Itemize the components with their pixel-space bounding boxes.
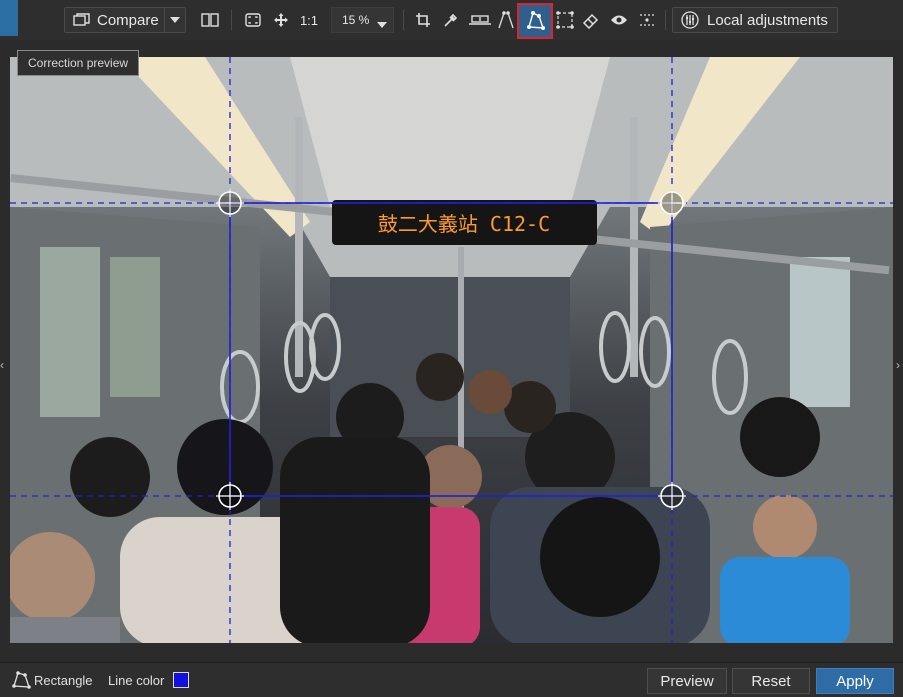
shape-perspective-icon[interactable] (517, 3, 553, 39)
pan-icon[interactable] (270, 7, 292, 33)
chevron-right-icon[interactable]: › (896, 358, 900, 372)
correction-preview-tooltip: Correction preview (17, 50, 140, 76)
eyedropper-icon[interactable] (440, 7, 462, 33)
zoom-one-to-one-button[interactable]: 1:1 (296, 7, 322, 33)
compare-icon (73, 13, 91, 27)
level-icon[interactable] (467, 7, 493, 33)
chevron-down-icon (377, 17, 387, 31)
photo-preview[interactable]: 鼓二大義站 C12-C (10, 57, 893, 643)
station-sign-text: 鼓二大義站 C12-C (378, 212, 550, 236)
local-adjustments-label: Local adjustments (707, 11, 828, 29)
zoom-select[interactable]: 15 % (331, 7, 394, 33)
zoom-value: 15 % (342, 13, 370, 27)
line-color-label: Line color (108, 673, 165, 688)
rectangle-perspective-icon[interactable] (554, 7, 576, 33)
fit-screen-icon[interactable] (242, 7, 264, 33)
crop-icon[interactable] (412, 7, 434, 33)
top-toolbar: Compare 1:1 15 % Local adjustments (0, 0, 903, 41)
line-color-swatch[interactable] (173, 672, 189, 688)
tool-mode-label[interactable]: Rectangle (34, 673, 93, 688)
split-view-icon[interactable] (198, 7, 222, 33)
toolbar-divider (665, 10, 666, 30)
toolbar-divider (231, 10, 232, 30)
preview-button[interactable]: Preview (647, 668, 727, 694)
local-adjustments-icon (681, 11, 699, 29)
left-panel-toggle[interactable] (0, 0, 18, 36)
rectangle-tool-icon (10, 670, 32, 695)
local-adjustments-button[interactable]: Local adjustments (672, 7, 838, 33)
line-perspective-icon[interactable] (496, 7, 516, 33)
eraser-icon[interactable] (580, 7, 602, 33)
dropdown-arrow-icon[interactable] (164, 8, 185, 32)
reset-button[interactable]: Reset (732, 668, 810, 694)
bottom-toolbar: Rectangle Line color Preview Reset Apply (0, 662, 903, 697)
eye-icon[interactable] (608, 7, 630, 33)
chevron-left-icon[interactable]: ‹ (0, 358, 4, 372)
apply-button[interactable]: Apply (816, 668, 894, 694)
compare-button[interactable]: Compare (64, 7, 186, 33)
grid-icon[interactable] (636, 7, 658, 33)
toolbar-divider (403, 10, 404, 30)
compare-label: Compare (97, 11, 159, 29)
